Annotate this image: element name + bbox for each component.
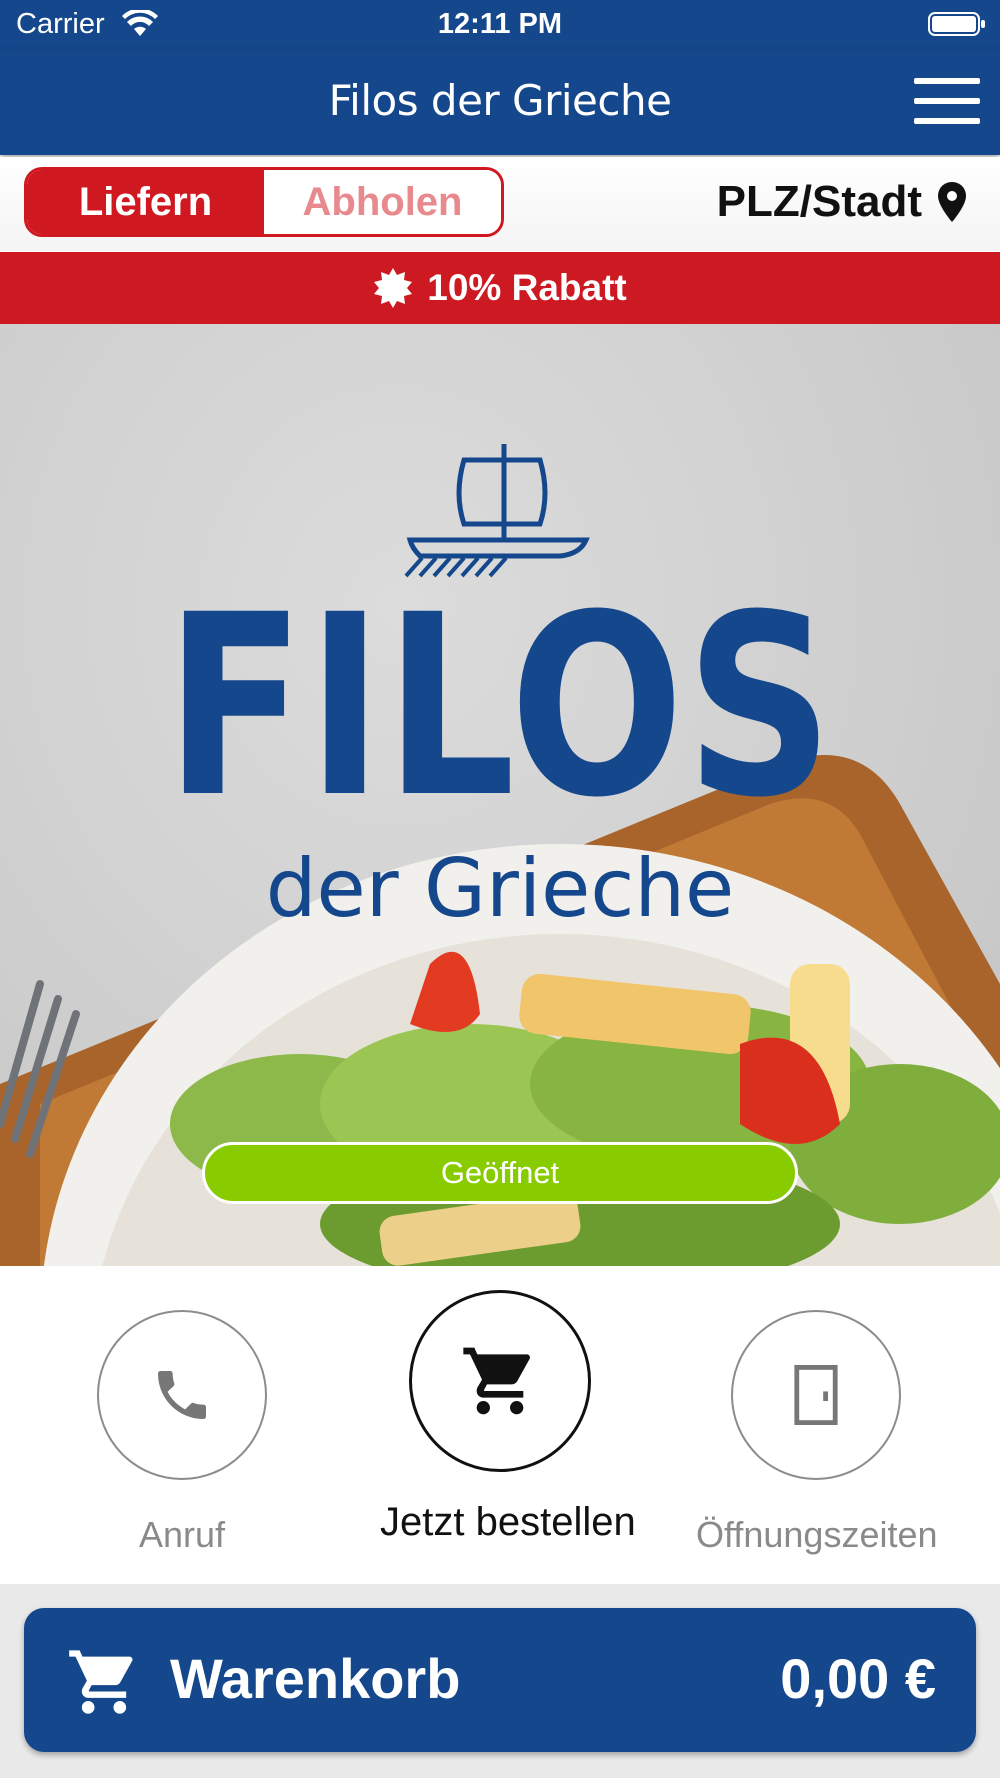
pickup-tab[interactable]: Abholen (264, 170, 501, 234)
call-label: Anruf (138, 1514, 226, 1555)
call-button[interactable]: Anruf (82, 1310, 282, 1556)
cart-button[interactable]: Warenkorb 0,00 € (24, 1608, 976, 1752)
badge-icon (374, 268, 413, 308)
opening-hours-label: Öffnungszeiten (696, 1514, 938, 1555)
phone-icon (158, 1371, 206, 1419)
nav-bar: Filos der Grieche (0, 50, 1000, 155)
call-circle (97, 1310, 267, 1480)
location-label: PLZ/Stadt (716, 177, 922, 226)
battery-icon (928, 12, 985, 36)
opening-hours-button[interactable]: Öffnungszeiten (696, 1310, 938, 1556)
order-circle (409, 1290, 591, 1472)
discount-banner[interactable]: 10% Rabatt (0, 252, 1000, 324)
bottom-bar: Warenkorb 0,00 € (0, 1584, 1000, 1778)
cart-total: 0,00 € (780, 1647, 936, 1710)
page-title: Filos der Grieche (328, 76, 672, 125)
quick-actions: Anruf Jetzt bestellen Öffnungszeiten (0, 1266, 1000, 1584)
order-now-button[interactable]: Jetzt bestellen (380, 1290, 636, 1545)
discount-text: 10% Rabatt (427, 267, 627, 308)
menu-icon (914, 78, 980, 84)
location-selector[interactable]: PLZ/Stadt (717, 177, 966, 227)
clock: 12:11 PM (437, 8, 563, 40)
map-pin-icon (938, 182, 966, 222)
deliver-tab[interactable]: Liefern (27, 170, 264, 234)
mode-bar: Liefern Abholen PLZ/Stadt (0, 157, 1000, 251)
cart-label: Warenkorb (170, 1647, 461, 1710)
menu-icon-bar (914, 98, 980, 104)
logo-wordmark: FILOS (165, 561, 835, 852)
delivery-mode-toggle: Liefern Abholen (24, 167, 504, 237)
shopping-cart-icon (69, 1650, 133, 1714)
logo-subtitle: der Grieche (265, 842, 735, 935)
status-bar: Carrier 12:11 PM (0, 0, 1000, 50)
menu-button[interactable] (914, 78, 980, 124)
hero-image: FILOS der Grieche Geöffnet (0, 324, 1000, 1266)
open-status-badge: Geöffnet (202, 1142, 798, 1204)
menu-icon-bar (914, 118, 980, 124)
door-icon (794, 1365, 838, 1425)
hours-circle (731, 1310, 901, 1480)
order-now-label: Jetzt bestellen (380, 1500, 636, 1544)
cart-icon (463, 1347, 530, 1415)
